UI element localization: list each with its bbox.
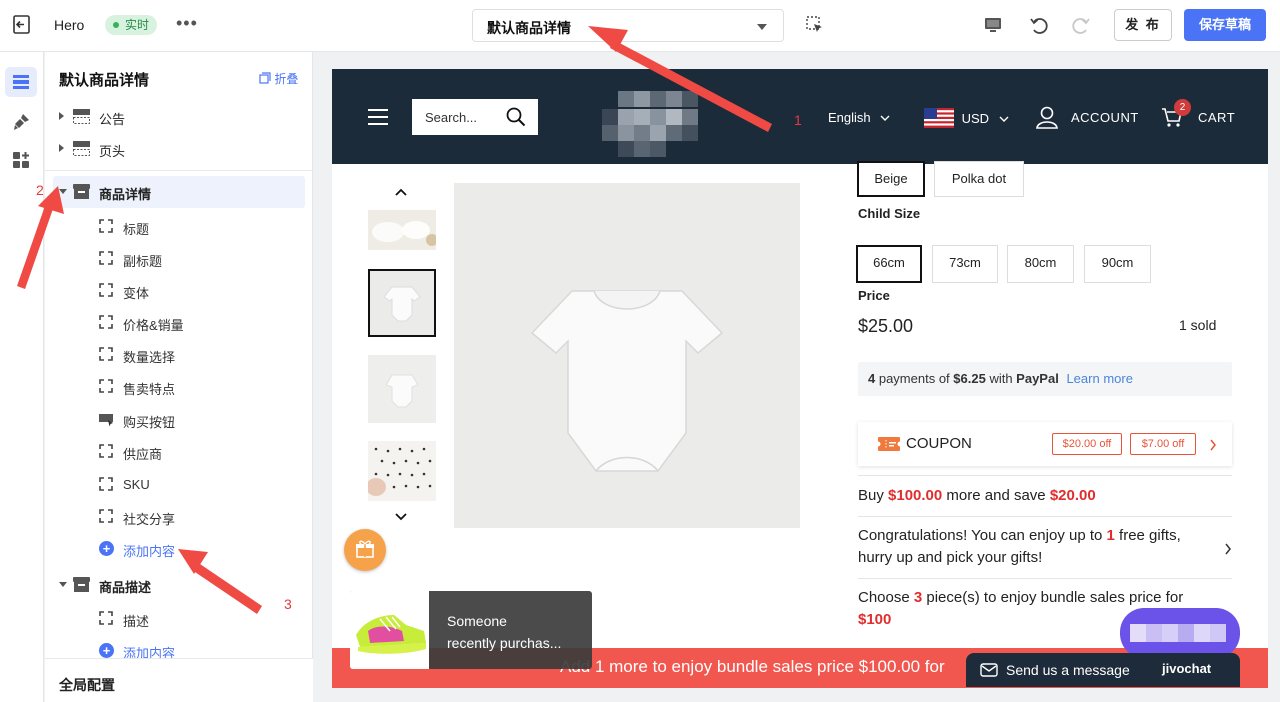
annotation-label: 1 <box>794 112 802 128</box>
annotation-arrows <box>17 26 772 614</box>
annotation-label: 3 <box>284 596 292 612</box>
annotation-label: 2 <box>36 182 44 198</box>
